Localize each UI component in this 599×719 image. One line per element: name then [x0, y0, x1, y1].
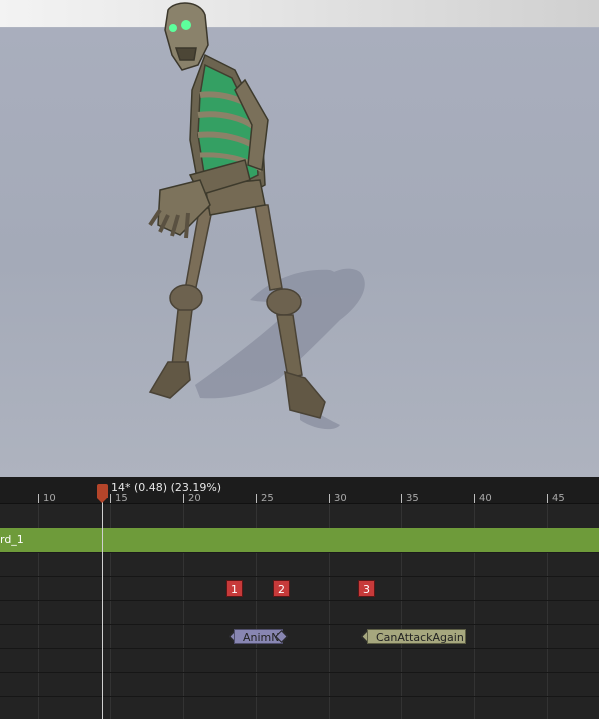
timeline-marker[interactable]: 2: [273, 580, 290, 597]
animation-segment-label: rd_1: [0, 533, 24, 546]
timeline-marker[interactable]: 1: [226, 580, 243, 597]
track-row-empty[interactable]: [0, 552, 599, 577]
animation-viewport[interactable]: [0, 0, 599, 477]
ruler-tick: [547, 494, 548, 503]
ruler-tick-label: 35: [406, 493, 419, 504]
ruler-tick: [110, 494, 111, 503]
ruler-tick: [183, 494, 184, 503]
animation-segment-track[interactable]: rd_1: [0, 528, 599, 553]
markers-track[interactable]: [0, 576, 599, 601]
track-row-empty[interactable]: [0, 648, 599, 673]
ruler-tick: [329, 494, 330, 503]
skeleton-skull: [164, 2, 209, 71]
playhead-line: [102, 485, 103, 719]
ruler-tick-label: 20: [188, 493, 201, 504]
ruler-tick: [474, 494, 475, 503]
timeline-ruler[interactable]: 10 15 20 25 30 35 40 45: [0, 477, 599, 504]
ruler-tick-label: 10: [43, 493, 56, 504]
track-row-empty[interactable]: [0, 672, 599, 697]
ruler-tick-label: 15: [115, 493, 128, 504]
ruler-tick: [401, 494, 402, 503]
ruler-tick-label: 25: [261, 493, 274, 504]
timeline-marker[interactable]: 3: [358, 580, 375, 597]
track-row-empty[interactable]: [0, 600, 599, 625]
playhead-frame-label: 14* (0.48) (23.19%): [111, 481, 222, 494]
notifies-track[interactable]: [0, 624, 599, 649]
ruler-tick: [256, 494, 257, 503]
ruler-tick-label: 40: [479, 493, 492, 504]
animation-timeline[interactable]: 10 15 20 25 30 35 40 45 rd_1 1 2 3 AnimN…: [0, 477, 599, 719]
playhead-handle[interactable]: [97, 484, 108, 503]
track-row-empty[interactable]: [0, 504, 599, 529]
ruler-tick-label: 30: [334, 493, 347, 504]
ruler-tick-label: 45: [552, 493, 565, 504]
skeleton-character: [148, 2, 365, 430]
ruler-tick: [38, 494, 39, 503]
notify-can-attack-again[interactable]: CanAttackAgain: [367, 629, 466, 644]
